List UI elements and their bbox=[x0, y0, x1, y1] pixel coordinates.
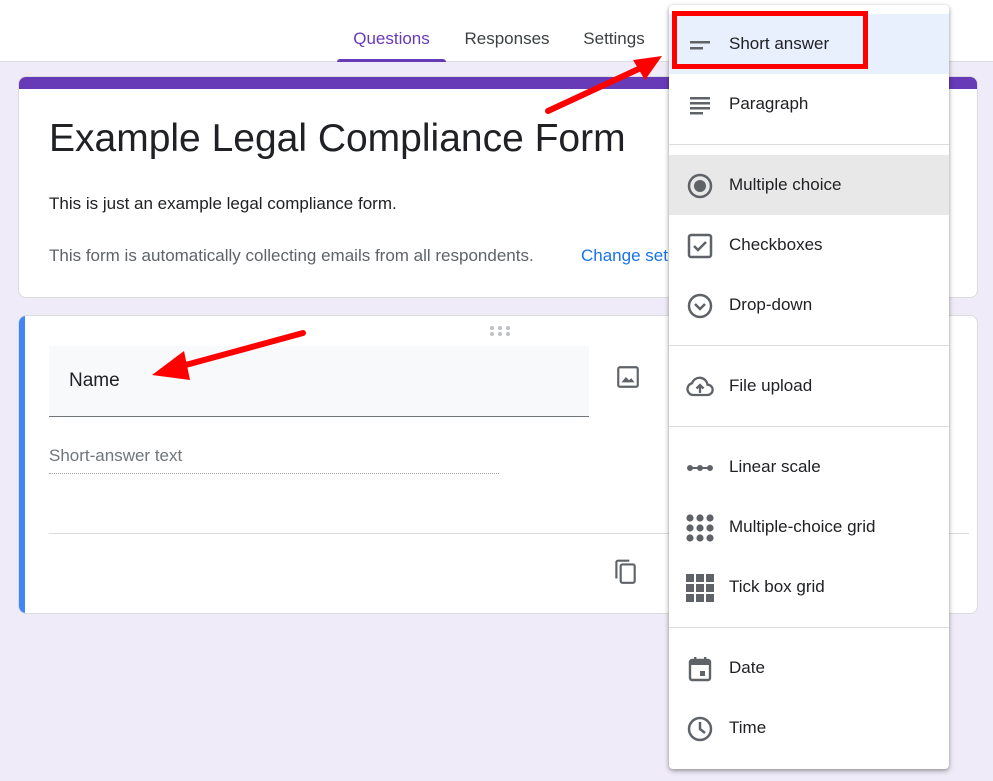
arrowhead-name-icon bbox=[152, 351, 190, 380]
arrow-to-name-icon bbox=[179, 330, 306, 369]
arrow-to-short-answer-icon bbox=[545, 63, 648, 114]
annotation-arrows bbox=[152, 56, 662, 380]
